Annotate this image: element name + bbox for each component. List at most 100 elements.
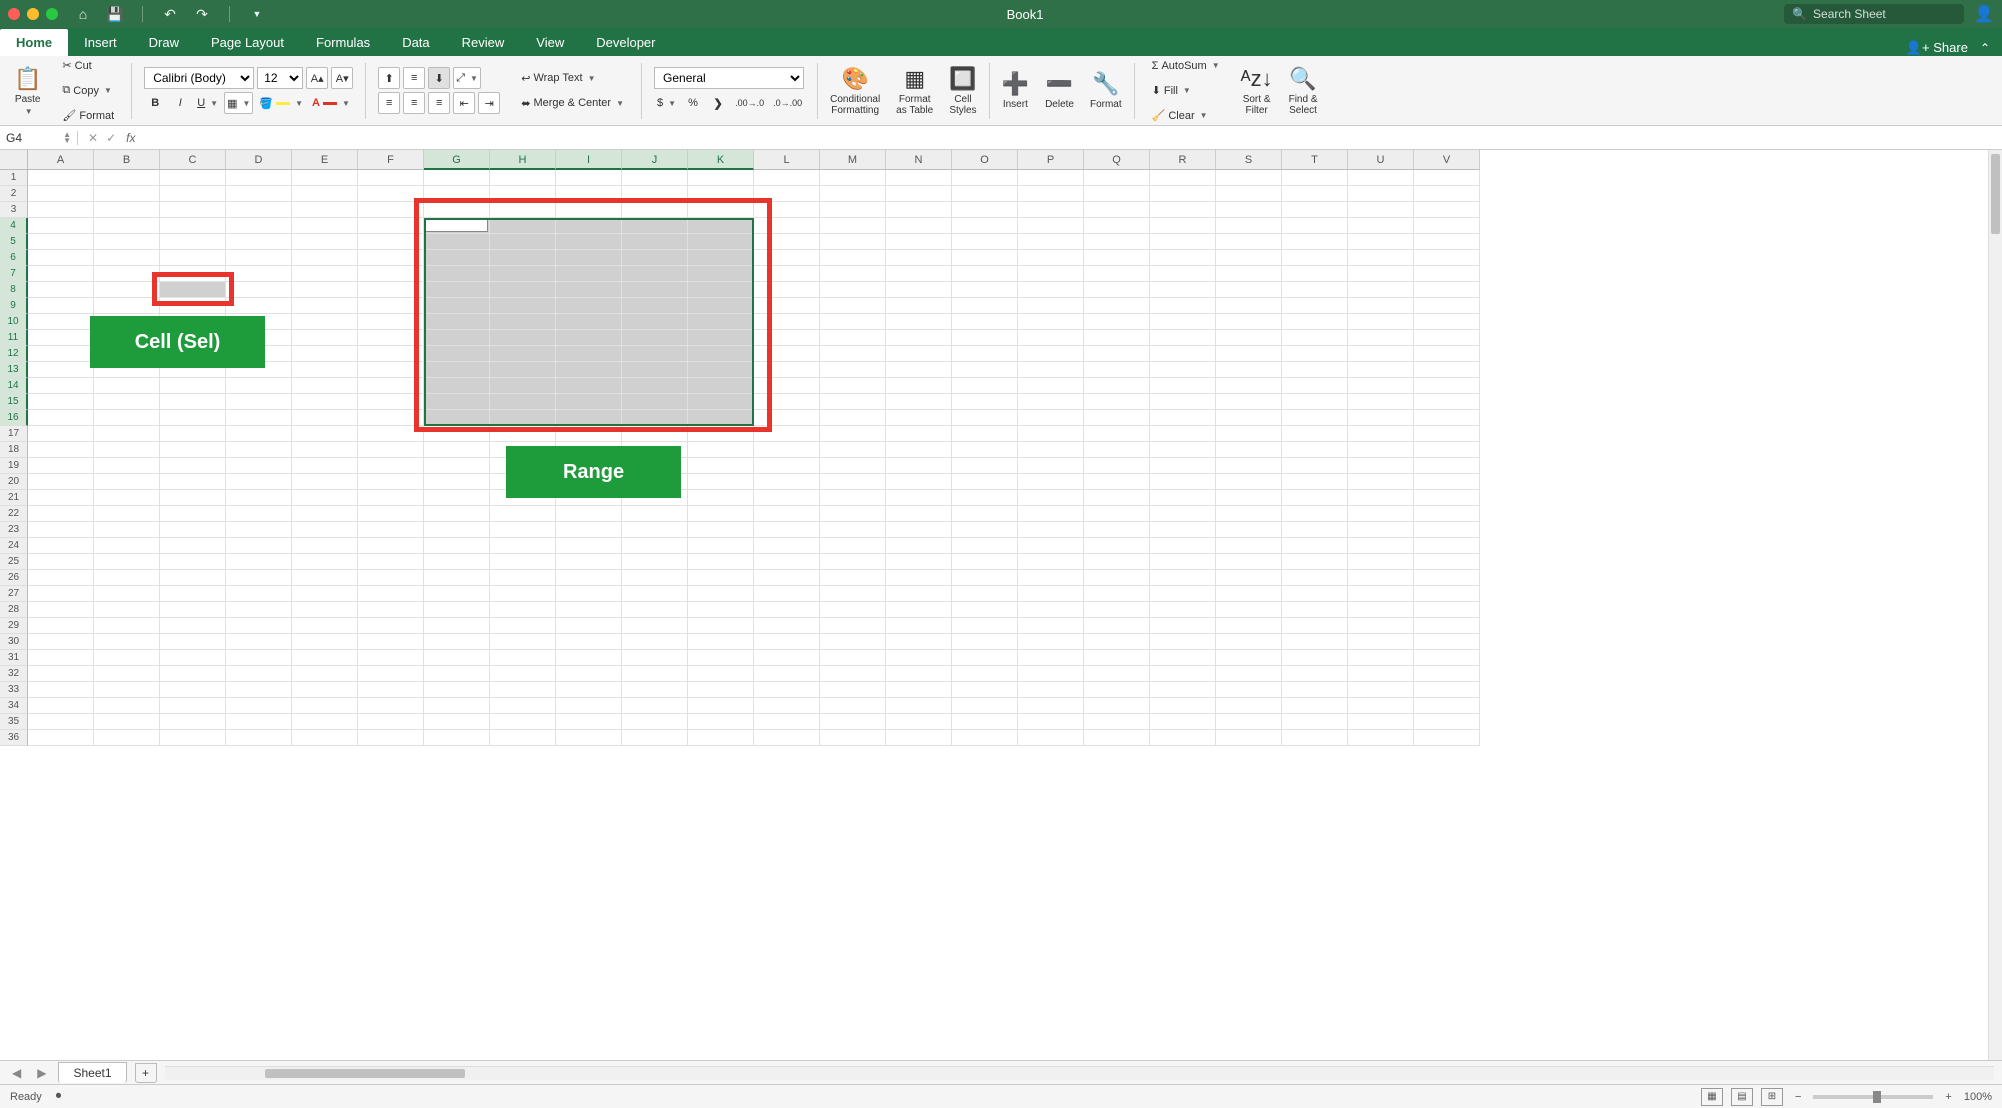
cell[interactable] [292,330,358,346]
cell[interactable] [1216,362,1282,378]
cell[interactable] [886,618,952,634]
cell[interactable] [820,186,886,202]
cell[interactable] [1150,714,1216,730]
cell[interactable] [1018,394,1084,410]
cell[interactable] [424,586,490,602]
fill-color-button[interactable]: 🪣▼ [256,92,306,114]
cell[interactable] [1150,474,1216,490]
cell[interactable] [622,330,688,346]
cell[interactable] [292,426,358,442]
cell[interactable] [358,666,424,682]
cell[interactable] [1414,250,1480,266]
column-header[interactable]: V [1414,150,1480,170]
cell[interactable] [292,474,358,490]
cell[interactable] [490,314,556,330]
cell[interactable] [1348,314,1414,330]
cell[interactable] [1282,234,1348,250]
cell[interactable] [1018,314,1084,330]
cell[interactable] [1348,410,1414,426]
cell[interactable] [28,282,94,298]
cell[interactable] [820,202,886,218]
cell[interactable] [1018,218,1084,234]
bold-button[interactable]: B [144,92,166,114]
cell[interactable] [94,730,160,746]
cell[interactable] [622,410,688,426]
cell[interactable] [226,170,292,186]
cell[interactable] [292,362,358,378]
row-header[interactable]: 28 [0,602,28,618]
cell[interactable] [94,506,160,522]
cell[interactable] [688,682,754,698]
cell[interactable] [358,362,424,378]
cell[interactable] [1216,394,1282,410]
cell[interactable] [622,298,688,314]
paste-button[interactable]: 📋 Paste ▼ [8,62,47,120]
cell[interactable] [160,682,226,698]
cell[interactable] [226,330,292,346]
row-header[interactable]: 36 [0,730,28,746]
cell[interactable] [1348,554,1414,570]
cell[interactable] [820,570,886,586]
cell[interactable] [226,554,292,570]
cell[interactable] [556,698,622,714]
cell[interactable] [490,474,556,490]
cell[interactable] [622,362,688,378]
cell[interactable] [688,554,754,570]
cell[interactable] [160,314,226,330]
cell[interactable] [1084,634,1150,650]
cell[interactable] [292,442,358,458]
cell[interactable] [1282,298,1348,314]
cell[interactable] [358,202,424,218]
cell[interactable] [1150,250,1216,266]
cell[interactable] [820,650,886,666]
cell[interactable] [952,698,1018,714]
cell[interactable] [952,650,1018,666]
cell[interactable] [886,570,952,586]
cell[interactable] [622,570,688,586]
cell[interactable] [358,314,424,330]
cell[interactable] [292,250,358,266]
cell[interactable] [886,394,952,410]
cell[interactable] [754,522,820,538]
cell[interactable] [622,714,688,730]
cell[interactable] [556,618,622,634]
cell[interactable] [424,538,490,554]
cell[interactable] [292,506,358,522]
cell[interactable] [1348,234,1414,250]
cell[interactable] [490,234,556,250]
cell[interactable] [490,522,556,538]
cell[interactable] [1018,650,1084,666]
find-select-button[interactable]: 🔍 Find & Select [1283,62,1324,120]
cell[interactable] [886,666,952,682]
cell[interactable] [688,490,754,506]
cell[interactable] [28,570,94,586]
cell[interactable] [622,170,688,186]
cell[interactable] [1282,186,1348,202]
cell[interactable] [1216,298,1282,314]
cell[interactable] [424,378,490,394]
row-header[interactable]: 13 [0,362,28,378]
cell[interactable] [622,650,688,666]
cell[interactable] [754,330,820,346]
cell[interactable] [226,714,292,730]
cell[interactable] [952,186,1018,202]
cell[interactable] [424,186,490,202]
cell[interactable] [490,426,556,442]
cell[interactable] [94,362,160,378]
cell[interactable] [820,458,886,474]
cell[interactable] [1348,426,1414,442]
cell[interactable] [688,506,754,522]
cell[interactable] [226,202,292,218]
cell[interactable] [952,282,1018,298]
cell[interactable] [94,330,160,346]
cell[interactable] [28,234,94,250]
cell[interactable] [886,554,952,570]
cell[interactable] [160,378,226,394]
cell[interactable] [556,426,622,442]
cell[interactable] [886,362,952,378]
row-header[interactable]: 33 [0,682,28,698]
percent-button[interactable]: % [682,92,704,114]
column-header[interactable]: C [160,150,226,170]
cell[interactable] [490,714,556,730]
cell[interactable] [1084,554,1150,570]
